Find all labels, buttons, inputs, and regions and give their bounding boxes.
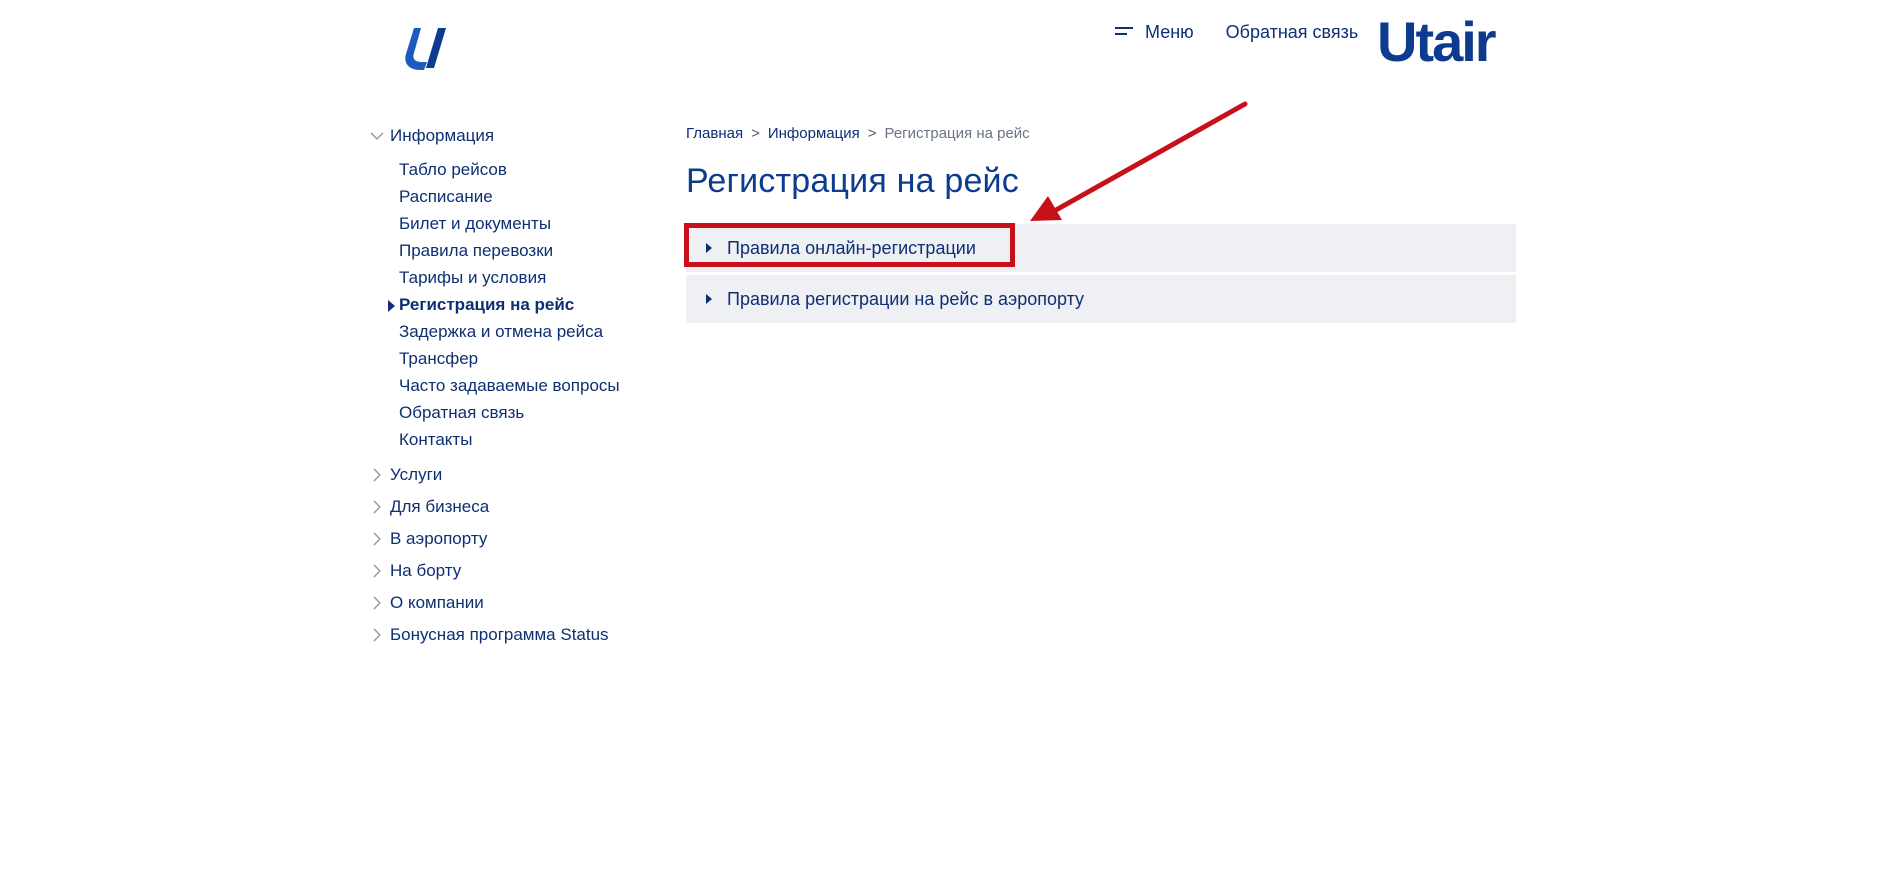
accordion-item[interactable]: Правила онлайн-регистрации xyxy=(686,224,1516,272)
breadcrumb: Главная > Информация > Регистрация на ре… xyxy=(686,125,1030,142)
sidebar-item-label: Регистрация на рейс xyxy=(399,295,575,314)
sidebar-section-information[interactable]: Информация xyxy=(368,124,668,148)
chevron-right-icon xyxy=(373,564,381,578)
sidebar-section-label: Услуги xyxy=(390,465,443,484)
sidebar-section-label: Для бизнеса xyxy=(390,497,490,516)
sidebar-item[interactable]: Контакты xyxy=(368,426,668,453)
caret-right-icon xyxy=(388,300,395,312)
sidebar-item-label: Правила перевозки xyxy=(399,241,554,260)
breadcrumb-home[interactable]: Главная xyxy=(686,125,743,142)
caret-right-icon xyxy=(706,243,712,253)
sidebar-section-label: Информация xyxy=(390,126,495,145)
sidebar-item[interactable]: Тарифы и условия xyxy=(368,264,668,291)
sidebar-item[interactable]: Табло рейсов xyxy=(368,156,668,183)
sidebar-item[interactable]: Часто задаваемые вопросы xyxy=(368,372,668,399)
sidebar-item[interactable]: Расписание xyxy=(368,183,668,210)
sidebar-item-label: Часто задаваемые вопросы xyxy=(399,376,620,395)
sidebar-item-label: Билет и документы xyxy=(399,214,552,233)
sidebar-item[interactable]: Трансфер xyxy=(368,345,668,372)
sidebar-item-label: Задержка и отмена рейса xyxy=(399,322,604,341)
sidebar-item-label: Тарифы и условия xyxy=(399,268,547,287)
sidebar-item[interactable]: Обратная связь xyxy=(368,399,668,426)
sidebar-section[interactable]: В аэропорту xyxy=(368,523,668,555)
sidebar-section-label: В аэропорту xyxy=(390,529,488,548)
chevron-right-icon xyxy=(373,468,381,482)
sidebar-section-label: О компании xyxy=(390,593,484,612)
sidebar-section[interactable]: О компании xyxy=(368,587,668,619)
chevron-right-icon xyxy=(373,628,381,642)
page: Меню Обратная связь Utair Информация Таб… xyxy=(0,0,1900,889)
brand-wordmark[interactable]: Utair xyxy=(1377,14,1497,70)
accordion-item[interactable]: Правила регистрации на рейс в аэропорту xyxy=(686,275,1516,323)
sidebar-section-label: Бонусная программа Status xyxy=(390,625,609,644)
sidebar-item-label: Трансфер xyxy=(399,349,479,368)
breadcrumb-separator: > xyxy=(867,125,877,142)
breadcrumb-current: Регистрация на рейс xyxy=(884,125,1030,142)
sidebar-section[interactable]: Бонусная программа Status xyxy=(368,619,668,651)
chevron-down-icon xyxy=(370,132,384,140)
hamburger-menu-icon xyxy=(1115,26,1133,39)
sidebar-section[interactable]: Услуги xyxy=(368,459,668,491)
feedback-link[interactable]: Обратная связь xyxy=(1226,22,1359,43)
annotation-arrow-icon xyxy=(1030,101,1248,221)
breadcrumb-section[interactable]: Информация xyxy=(768,125,860,142)
sidebar-collapsed-sections: Услуги Для бизнеса В аэропорту На борту О ко… xyxy=(368,459,668,651)
accordion: Правила онлайн-регистрации Правила регист… xyxy=(686,224,1516,326)
sidebar-section[interactable]: Для бизнеса xyxy=(368,491,668,523)
sidebar-item[interactable]: Задержка и отмена рейса xyxy=(368,318,668,345)
accordion-item-label: Правила онлайн-регистрации xyxy=(727,237,976,258)
accordion-item-label: Правила регистрации на рейс в аэропорту xyxy=(727,288,1085,309)
chevron-right-icon xyxy=(373,532,381,546)
page-title: Регистрация на рейс xyxy=(686,162,1019,200)
utair-logo-icon[interactable] xyxy=(400,26,452,70)
breadcrumb-separator: > xyxy=(751,125,760,142)
chevron-right-icon xyxy=(373,596,381,610)
menu-label: Меню xyxy=(1145,22,1194,42)
caret-right-icon xyxy=(706,294,712,304)
sidebar-sublist: Табло рейсов Расписание Билет и документы П… xyxy=(368,156,668,453)
menu-button[interactable]: Меню xyxy=(1115,22,1194,43)
sidebar-section[interactable]: На борту xyxy=(368,555,668,587)
sidebar-item[interactable]: Билет и документы xyxy=(368,210,668,237)
sidebar-item-label: Обратная связь xyxy=(399,403,525,422)
sidebar-section-label: На борту xyxy=(390,561,462,580)
sidebar-item[interactable]: Правила перевозки xyxy=(368,237,668,264)
sidebar-item-label: Табло рейсов xyxy=(399,160,507,179)
sidebar-item-label: Расписание xyxy=(399,187,493,206)
top-nav: Меню Обратная связь xyxy=(1115,22,1358,43)
sidebar-item[interactable]: Регистрация на рейс xyxy=(368,291,668,318)
chevron-right-icon xyxy=(373,500,381,514)
sidebar-nav: Информация Табло рейсов Расписание Билет и… xyxy=(368,124,668,651)
sidebar-item-label: Контакты xyxy=(399,430,473,449)
